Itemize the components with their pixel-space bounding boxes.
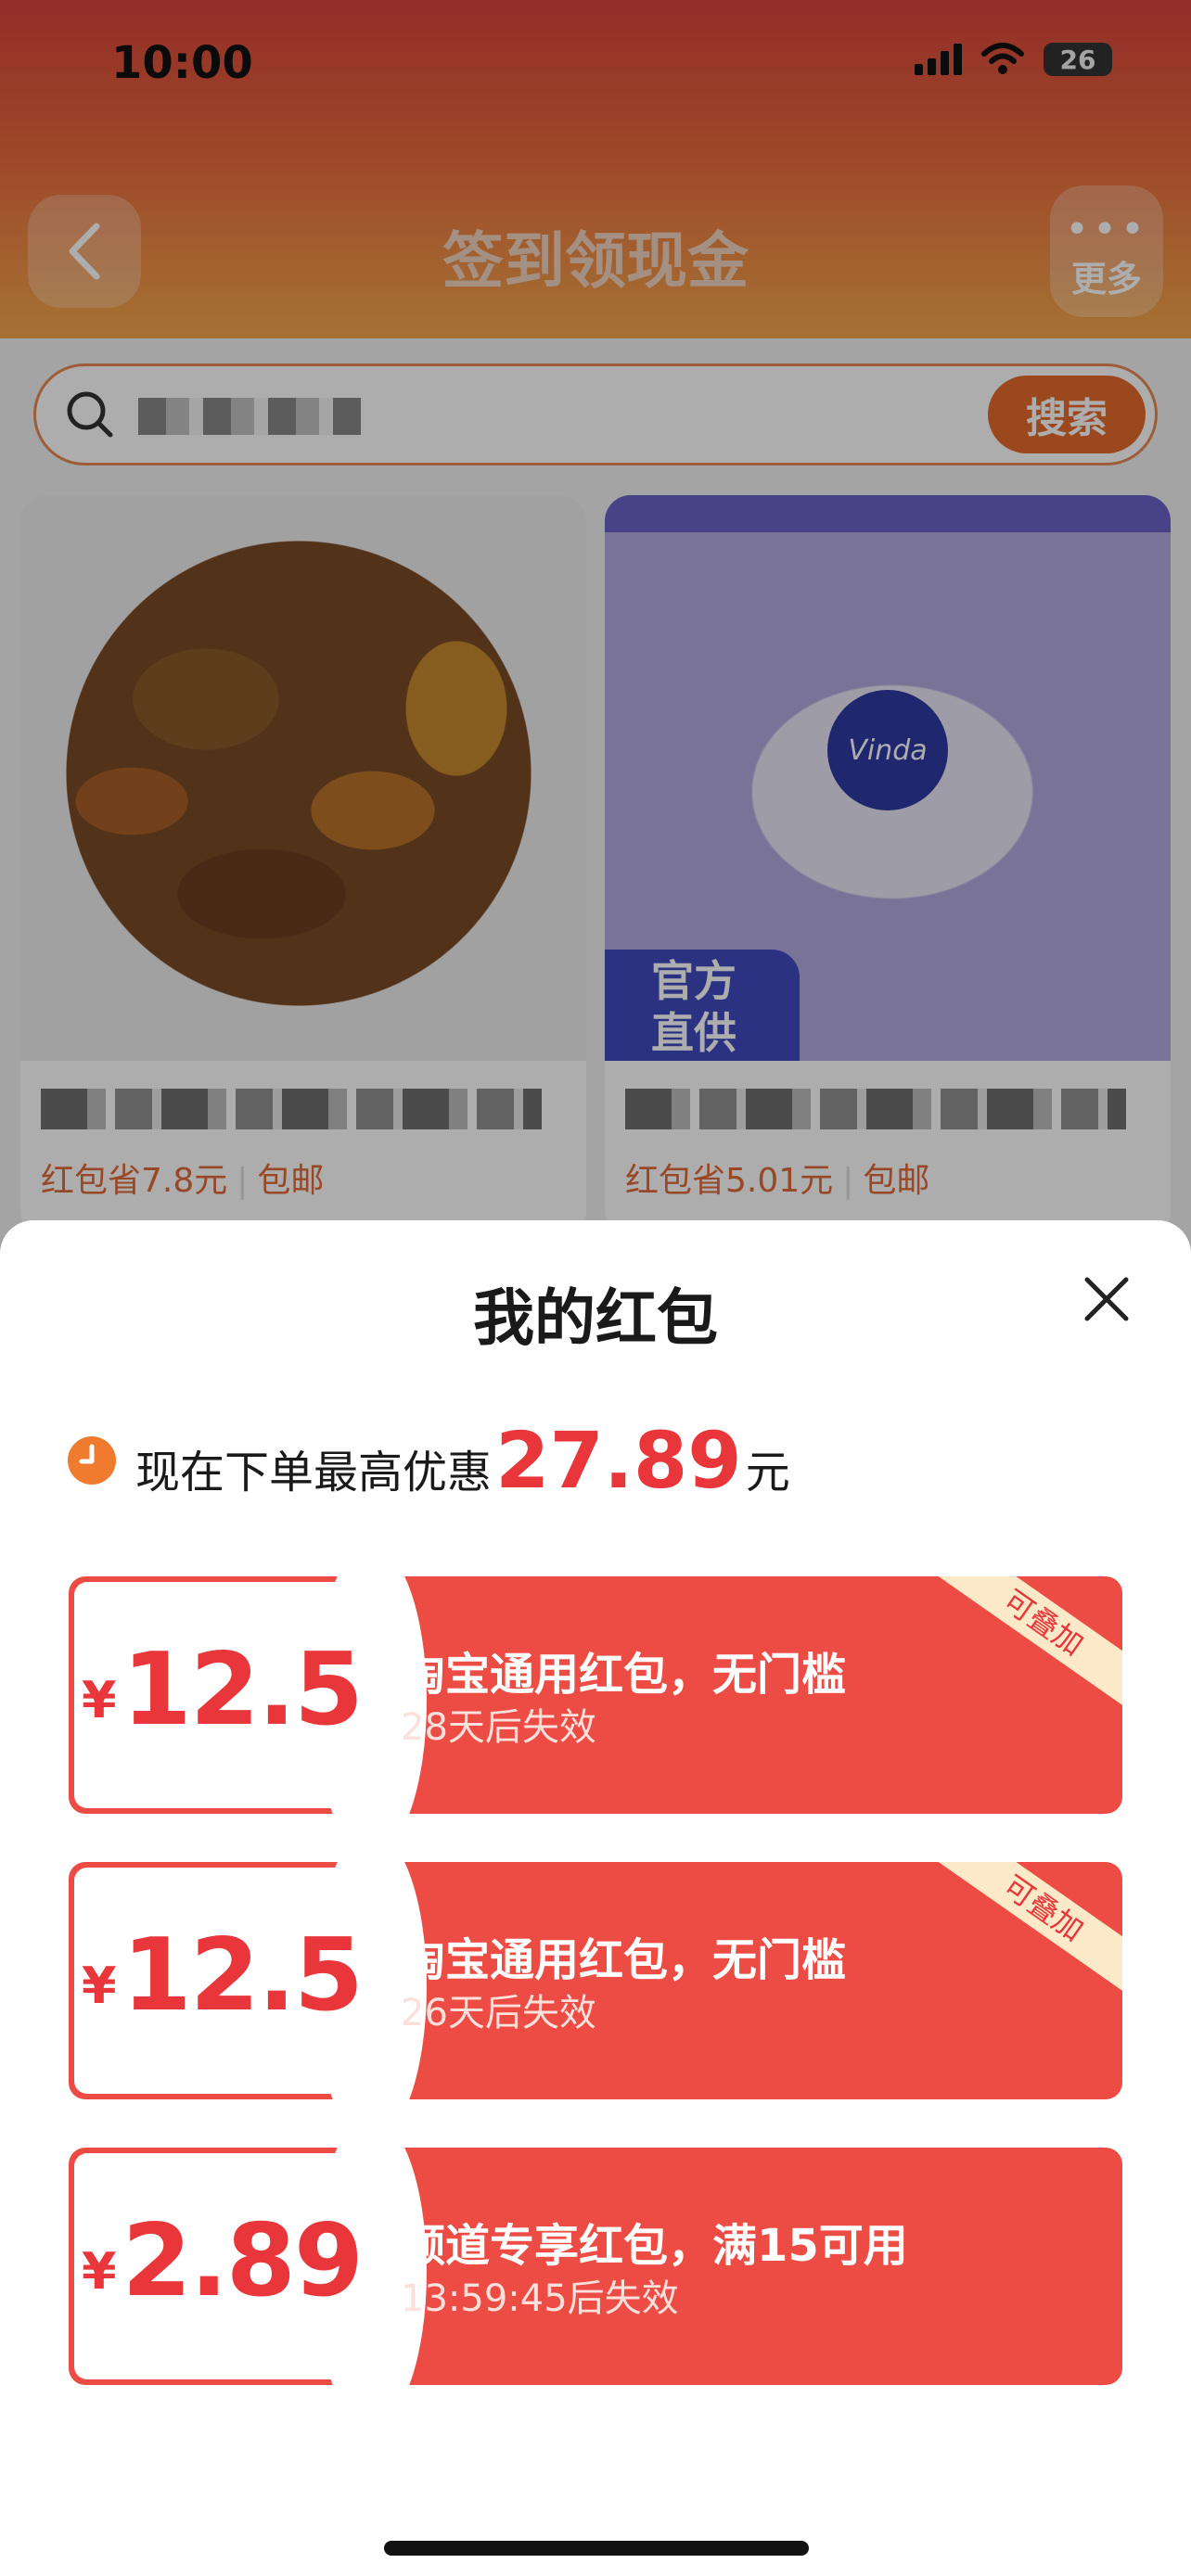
summary-prefix: 现在下单最高优惠 [135, 1447, 493, 1498]
coupon-card[interactable]: ¥12.5 淘宝通用红包，无门槛 28天后失效 可叠加 [69, 1576, 1122, 1814]
stackable-badge: 可叠加 [935, 1862, 1122, 1994]
coupon-value: 12.5 [122, 1631, 364, 1748]
coupon-card[interactable]: ¥12.5 淘宝通用红包，无门槛 26天后失效 可叠加 [69, 1862, 1122, 2099]
summary-unit: 元 [745, 1447, 790, 1498]
currency-symbol: ¥ [81, 2241, 117, 2301]
coupon-title: 淘宝通用红包，无门槛 [401, 1649, 847, 1701]
red-packet-sheet: 我的红包 现在下单最高优惠 27.89 元 ¥12.5 淘宝通用红包，无门槛 2… [0, 1220, 1191, 2576]
coupon-value: 2.89 [122, 2202, 364, 2319]
coupon-expiry: 26天后失效 [401, 1992, 596, 2034]
close-icon [1084, 1277, 1129, 1321]
currency-symbol: ¥ [81, 1670, 117, 1729]
close-button[interactable] [1074, 1267, 1139, 1332]
coupon-amount: ¥12.5 [69, 1576, 375, 1803]
discount-summary: 现在下单最高优惠 27.89 元 [67, 1415, 790, 1506]
stackable-badge: 可叠加 [935, 1576, 1122, 1708]
coupon-card[interactable]: ¥2.89 频道专享红包，满15可用 13:59:45后失效 [69, 2148, 1122, 2385]
modal-overlay[interactable] [0, 0, 1191, 1298]
coupon-title: 淘宝通用红包，无门槛 [401, 1934, 847, 1986]
coupon-expiry: 28天后失效 [401, 1706, 596, 1749]
coupon-amount: ¥12.5 [69, 1862, 375, 2088]
sheet-title: 我的红包 [473, 1282, 718, 1354]
coupon-expiry: 13:59:45后失效 [401, 2277, 679, 2320]
coupon-value: 12.5 [122, 1917, 364, 2034]
summary-amount: 27.89 [495, 1415, 742, 1506]
coupon-amount: ¥2.89 [69, 2148, 375, 2374]
clock-icon [68, 1436, 116, 1485]
currency-symbol: ¥ [81, 1956, 117, 2015]
home-indicator[interactable] [384, 2541, 809, 2556]
coupon-title: 频道专享红包，满15可用 [401, 2220, 908, 2272]
